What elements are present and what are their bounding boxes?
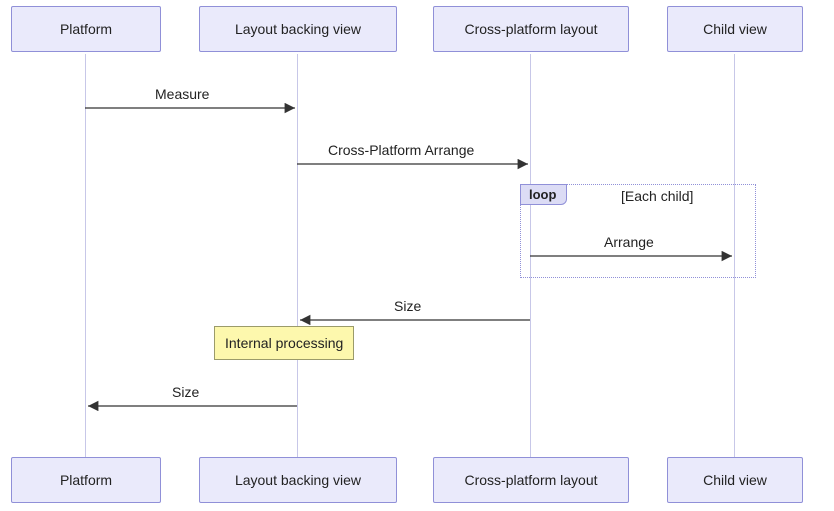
loop-tag: loop [520,184,567,205]
label-arrange: Arrange [604,234,654,250]
participant-platform-bottom: Platform [11,457,161,503]
participant-cross-platform-layout-bottom: Cross-platform layout [433,457,629,503]
label-measure: Measure [155,86,209,102]
participant-child-view-top: Child view [667,6,803,52]
lifeline-layout-backing-view [297,54,298,457]
label-size-1: Size [394,298,421,314]
participant-platform-top: Platform [11,6,161,52]
label-size-2: Size [172,384,199,400]
note-internal-processing: Internal processing [214,326,354,360]
participant-layout-backing-view-bottom: Layout backing view [199,457,397,503]
label-cross-platform-arrange: Cross-Platform Arrange [328,142,474,158]
participant-layout-backing-view-top: Layout backing view [199,6,397,52]
participant-cross-platform-layout-top: Cross-platform layout [433,6,629,52]
loop-title: [Each child] [621,188,693,204]
participant-child-view-bottom: Child view [667,457,803,503]
lifeline-platform [85,54,86,457]
